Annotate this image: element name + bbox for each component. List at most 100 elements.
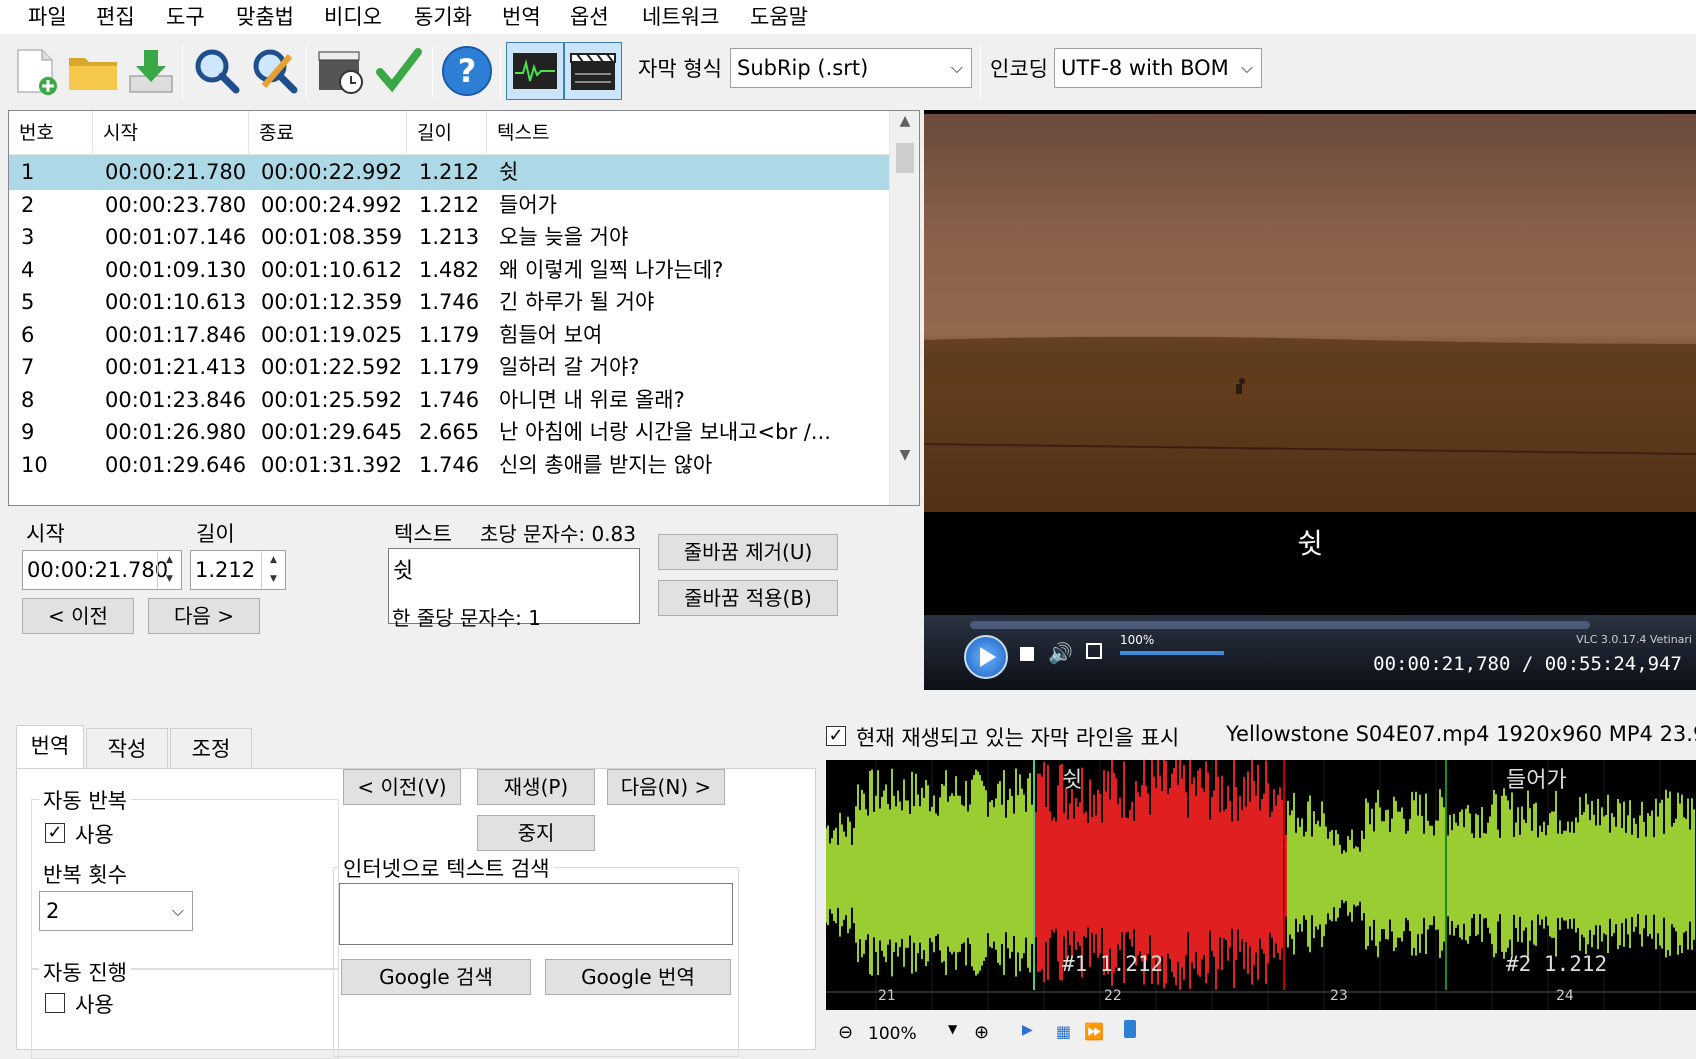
table-row[interactable]: 8 00:01:23.846 00:01:25.592 1.746 아니면 내 위로 올… bbox=[9, 383, 889, 418]
find-icon[interactable] bbox=[188, 42, 246, 100]
chevron-down-icon: ⌵ bbox=[950, 58, 963, 77]
open-folder-icon[interactable] bbox=[64, 42, 122, 100]
menu-translate[interactable]: 번역 bbox=[498, 2, 545, 32]
zoom-out-icon[interactable]: ⊖ bbox=[838, 1022, 853, 1043]
waveform-toggle-icon[interactable] bbox=[506, 42, 564, 100]
translate-stop-button[interactable]: 중지 bbox=[477, 815, 595, 851]
grid-icon[interactable]: ▦ bbox=[1056, 1022, 1071, 1041]
repeat-count-select[interactable]: 2 ⌵ bbox=[39, 891, 193, 931]
table-cell-duration: 1.179 bbox=[419, 355, 480, 379]
subtitle-list[interactable]: 번호 시작 종료 길이 텍스트 1 00:00:21.780 00:00:22.99… bbox=[8, 110, 920, 506]
toolbar-separator bbox=[306, 46, 307, 98]
menu-edit[interactable]: 편집 bbox=[92, 2, 139, 32]
scroll-up-icon[interactable]: ▲ bbox=[890, 113, 919, 129]
table-row[interactable]: 10 00:01:29.646 00:01:31.392 1.746 신의 총애를 받지… bbox=[9, 448, 889, 483]
menu-spellcheck[interactable]: 맞춤법 bbox=[232, 2, 298, 32]
start-time-field[interactable]: 00:00:21.780 ▲ ▼ bbox=[22, 550, 182, 590]
toolbar: ? 자막 형식 SubRip (.srt) ⌵ 인코딩 UTF-8 with B… bbox=[0, 36, 1696, 106]
table-cell-duration: 1.212 bbox=[419, 160, 480, 184]
col-start[interactable]: 시작 bbox=[93, 111, 249, 155]
chevron-down-icon: ⌵ bbox=[171, 901, 184, 920]
visual-sync-icon[interactable] bbox=[312, 42, 370, 100]
col-number[interactable]: 번호 bbox=[9, 111, 93, 155]
table-row[interactable]: 5 00:01:10.613 00:01:12.359 1.746 긴 하루가 될 거야 bbox=[9, 285, 889, 320]
table-cell-start: 00:01:10.613 bbox=[105, 290, 247, 314]
col-duration[interactable]: 길이 bbox=[407, 111, 487, 155]
encoding-label: 인코딩 bbox=[990, 57, 1048, 81]
col-end[interactable]: 종료 bbox=[249, 111, 407, 155]
fast-forward-icon[interactable]: ⏩ bbox=[1084, 1022, 1104, 1041]
table-cell-start: 00:01:09.130 bbox=[105, 257, 247, 282]
table-row[interactable]: 6 00:01:17.846 00:01:19.025 1.179 힘들어 보여 bbox=[9, 318, 889, 353]
spell-check-icon[interactable] bbox=[370, 42, 428, 100]
save-download-icon[interactable] bbox=[122, 42, 180, 100]
auto-repeat-checkbox[interactable]: ✓ bbox=[45, 823, 65, 843]
google-search-button[interactable]: Google 검색 bbox=[341, 959, 531, 995]
next-button[interactable]: 다음 > bbox=[148, 598, 260, 634]
menu-help[interactable]: 도움말 bbox=[746, 2, 812, 32]
scroll-thumb[interactable] bbox=[896, 143, 914, 173]
table-cell-start: 00:01:29.646 bbox=[105, 452, 247, 477]
table-row[interactable]: 2 00:00:23.780 00:00:24.992 1.212 들어가 bbox=[9, 188, 889, 223]
table-row[interactable]: 3 00:01:07.146 00:01:08.359 1.213 오늘 늦을 거야 bbox=[9, 220, 889, 255]
spin-arrows-icon[interactable]: ▲ ▼ bbox=[157, 551, 181, 589]
spin-arrows-icon[interactable]: ▲ ▼ bbox=[261, 551, 285, 589]
menu-options[interactable]: 옵션 bbox=[566, 2, 613, 32]
remove-linebreak-button[interactable]: 줄바꿈 제거(U) bbox=[658, 534, 838, 570]
col-text[interactable]: 텍스트 bbox=[487, 111, 889, 155]
translate-next-button[interactable]: 다음(N) > bbox=[607, 769, 725, 805]
replace-icon[interactable] bbox=[246, 42, 304, 100]
encoding-select[interactable]: UTF-8 with BOM ⌵ bbox=[1054, 48, 1262, 88]
tab-create[interactable]: 작성 bbox=[86, 728, 168, 768]
video-player[interactable]: 쉿 🔊 100% VLC 3.0.17.4 Vetinari 00:00:21,… bbox=[924, 110, 1696, 690]
format-select[interactable]: SubRip (.srt) ⌵ bbox=[730, 48, 972, 88]
menu-tools[interactable]: 도구 bbox=[162, 2, 209, 32]
tab-adjust[interactable]: 조정 bbox=[170, 728, 252, 768]
volume-icon[interactable]: 🔊 bbox=[1048, 641, 1073, 665]
volume-slider[interactable] bbox=[1120, 651, 1224, 655]
auto-continue-checkbox[interactable] bbox=[45, 993, 65, 1013]
zoom-level[interactable]: 100% bbox=[868, 1024, 917, 1044]
repeat-count-value: 2 bbox=[46, 899, 60, 923]
play-icon[interactable]: ▶ bbox=[1022, 1022, 1033, 1038]
tab-translate[interactable]: 번역 bbox=[16, 725, 84, 769]
menu-file[interactable]: 파일 bbox=[24, 2, 71, 32]
table-cell-end: 00:01:31.392 bbox=[261, 452, 403, 477]
play-button[interactable] bbox=[964, 635, 1008, 679]
table-cell-text: 긴 하루가 될 거야 bbox=[499, 290, 655, 314]
google-translate-button[interactable]: Google 번역 bbox=[545, 959, 731, 995]
menu-video[interactable]: 비디오 bbox=[320, 2, 386, 32]
zoom-in-icon[interactable]: ⊕ bbox=[974, 1022, 989, 1043]
table-row[interactable]: 4 00:01:09.130 00:01:10.612 1.482 왜 이렇게 일찍 나… bbox=[9, 253, 889, 288]
seek-bar[interactable] bbox=[970, 621, 1590, 629]
table-cell-end: 00:01:08.359 bbox=[261, 225, 403, 249]
table-cell-end: 00:01:25.592 bbox=[261, 387, 403, 412]
auto-repeat-use-label: 사용 bbox=[75, 823, 114, 847]
translate-play-button[interactable]: 재생(P) bbox=[477, 769, 595, 805]
time-tick: 21 bbox=[878, 988, 896, 1004]
web-search-input[interactable] bbox=[339, 883, 733, 945]
audio-waveform[interactable]: 쉿 #1 1.212 들어가 #2 1.212 21 22 23 24 bbox=[826, 760, 1696, 1010]
fullscreen-icon[interactable] bbox=[1086, 643, 1102, 659]
new-file-icon[interactable] bbox=[6, 42, 64, 100]
chevron-down-icon[interactable]: ▼ bbox=[948, 1022, 957, 1036]
menu-network[interactable]: 네트워크 bbox=[638, 2, 723, 32]
video-toggle-icon[interactable] bbox=[564, 42, 622, 100]
help-icon[interactable]: ? bbox=[438, 42, 496, 100]
stop-icon[interactable] bbox=[1020, 647, 1034, 661]
position-slider[interactable] bbox=[1124, 1020, 1136, 1038]
table-cell-duration: 1.482 bbox=[419, 257, 480, 282]
translate-prev-button[interactable]: < 이전(V) bbox=[343, 769, 461, 805]
table-row[interactable]: 7 00:01:21.413 00:01:22.592 1.179 일하러 갈 거야? bbox=[9, 350, 889, 385]
menu-sync[interactable]: 동기화 bbox=[410, 2, 476, 32]
toolbar-separator bbox=[500, 46, 501, 98]
scroll-down-icon[interactable]: ▼ bbox=[890, 447, 919, 463]
show-current-line-checkbox[interactable]: ✓ bbox=[826, 726, 846, 746]
duration-field[interactable]: 1.212 ▲ ▼ bbox=[190, 550, 286, 590]
apply-linebreak-button[interactable]: 줄바꿈 적용(B) bbox=[658, 580, 838, 616]
vertical-scrollbar[interactable]: ▲ ▼ bbox=[889, 111, 919, 505]
prev-button[interactable]: < 이전 bbox=[22, 598, 134, 634]
table-row[interactable]: 1 00:00:21.780 00:00:22.992 1.212 쉿 bbox=[9, 155, 889, 190]
table-row[interactable]: 9 00:01:26.980 00:01:29.645 2.665 난 아침에 너랑 시… bbox=[9, 415, 889, 450]
table-cell-number: 7 bbox=[21, 355, 35, 379]
